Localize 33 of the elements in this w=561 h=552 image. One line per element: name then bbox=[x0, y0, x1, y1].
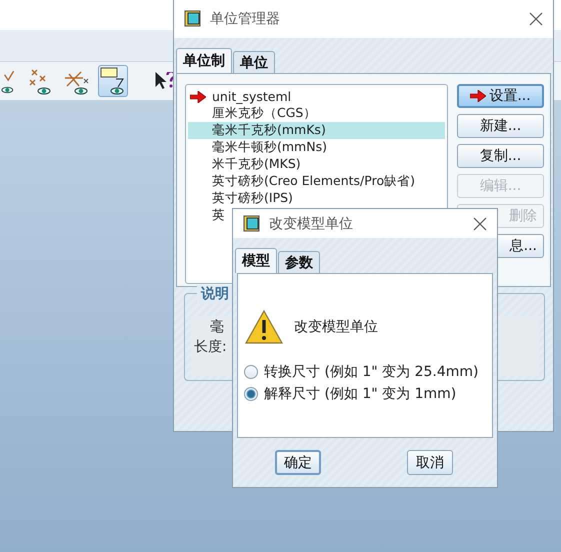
list-item[interactable]: 米千克秒(MKS) bbox=[188, 156, 445, 173]
help-pointer-icon bbox=[155, 72, 175, 90]
window-title: 改变模型单位 bbox=[269, 214, 354, 232]
message-text: 改变模型单位 bbox=[294, 318, 378, 336]
window-icon bbox=[184, 10, 202, 28]
tab[interactable]: 模型 bbox=[235, 248, 277, 273]
description-text: 长度: bbox=[194, 338, 227, 356]
list-item[interactable]: 厘米克秒（CGS） bbox=[188, 105, 445, 122]
tab[interactable]: 单位 bbox=[233, 51, 275, 73]
arrow-icon bbox=[190, 90, 206, 102]
toolbar-button[interactable] bbox=[98, 65, 128, 97]
close-icon[interactable] bbox=[473, 216, 487, 230]
group-title: 说明 bbox=[197, 285, 233, 303]
list-item[interactable]: unit_systeml bbox=[188, 88, 445, 105]
dialog-button[interactable]: 确定 bbox=[275, 450, 321, 475]
radio-option[interactable]: 解释尺寸 (例如 1" 变为 1mm) bbox=[244, 383, 492, 405]
window-icon bbox=[243, 214, 261, 232]
close-icon[interactable] bbox=[529, 12, 543, 26]
dialog-button[interactable]: 复制... bbox=[457, 144, 544, 168]
warning-icon bbox=[244, 309, 284, 345]
description-text: 毫 bbox=[210, 318, 224, 336]
list-item[interactable]: 英寸磅秒(IPS) bbox=[188, 190, 445, 207]
list-item[interactable]: 毫米牛顿秒(mmNs) bbox=[188, 139, 445, 156]
tab[interactable]: 单位制 bbox=[176, 48, 232, 73]
dialog-button[interactable]: 新建... bbox=[457, 114, 544, 138]
dialog-button[interactable]: 设置... bbox=[457, 84, 544, 108]
dialog-button[interactable]: 取消 bbox=[407, 450, 453, 475]
radio-option[interactable]: 转换尺寸 (例如 1" 变为 25.4mm) bbox=[244, 361, 492, 383]
list-item[interactable]: 毫米千克秒(mmKs) bbox=[188, 122, 445, 139]
window-title: 单位管理器 bbox=[210, 10, 281, 28]
arrow-icon bbox=[470, 90, 486, 102]
list-item[interactable]: 英寸磅秒(Creo Elements/Pro缺省) bbox=[188, 173, 445, 190]
tab[interactable]: 参数 bbox=[278, 251, 320, 273]
